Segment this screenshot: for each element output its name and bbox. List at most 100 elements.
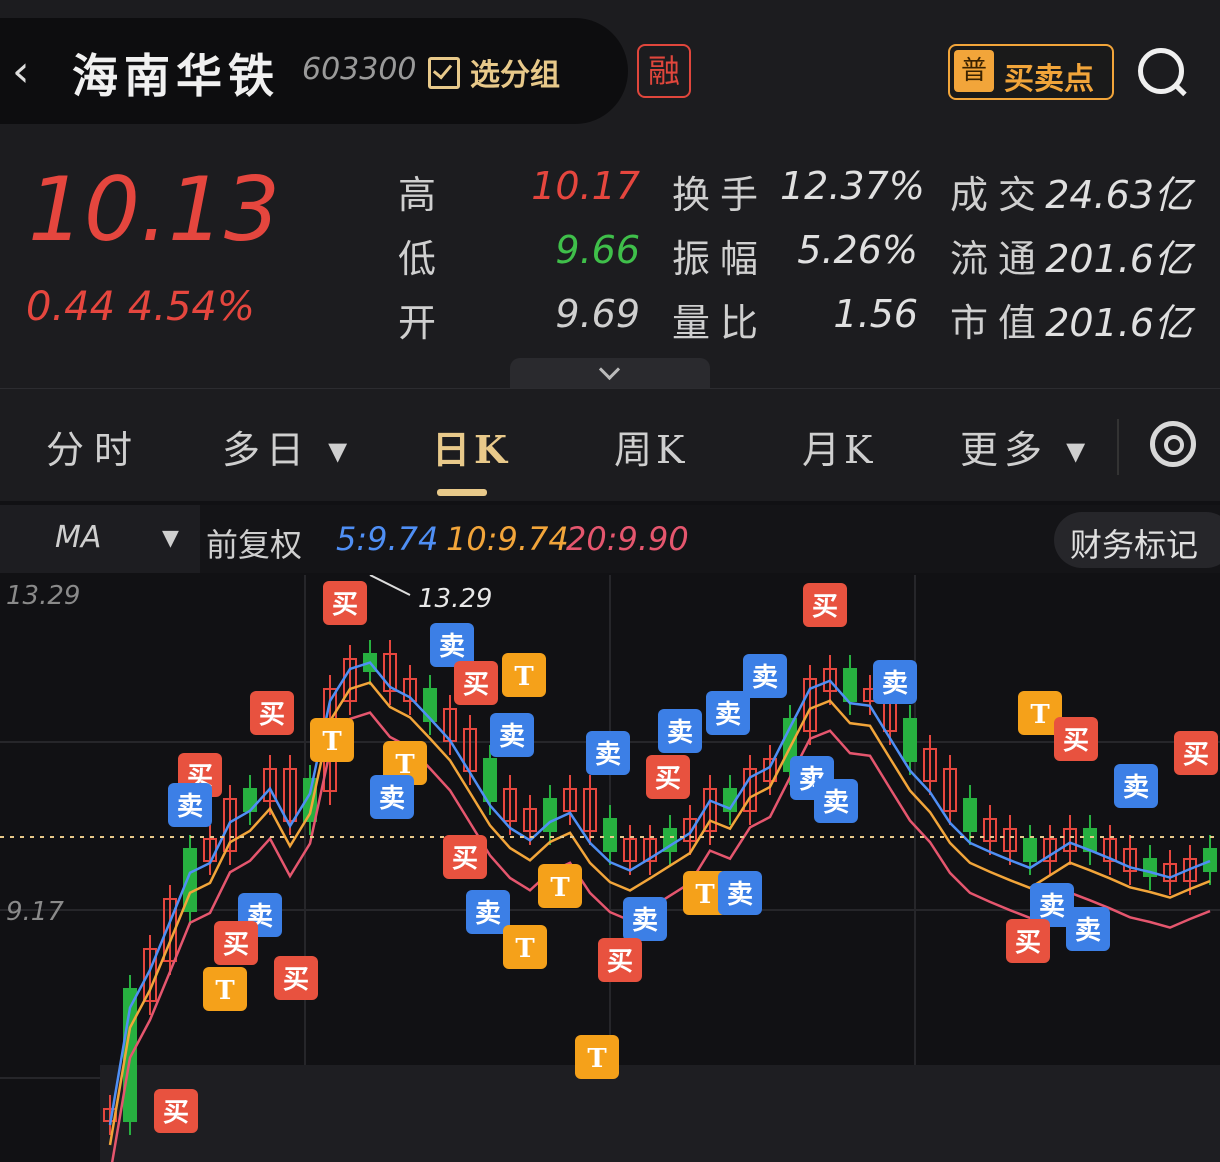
- stat-label: 开: [398, 301, 437, 345]
- stat-label: 高: [398, 173, 437, 217]
- stat-value: 201.6亿: [1045, 301, 1192, 345]
- signal-label: 卖: [667, 718, 693, 748]
- tab-intraday[interactable]: 分时: [46, 419, 142, 474]
- signal-label: 卖: [882, 669, 908, 699]
- signal-label: 卖: [1039, 892, 1065, 922]
- price-adjust-label[interactable]: 前复权: [206, 520, 302, 566]
- signal-label: 买: [332, 590, 358, 620]
- tab-multi-day[interactable]: 多日 ▾: [222, 419, 353, 474]
- ma10-value: 10:9.74: [446, 520, 569, 558]
- active-tab-indicator: [437, 489, 487, 496]
- signal-label: 卖: [752, 663, 778, 693]
- signal-label: 卖: [632, 906, 658, 936]
- candle-body: [1203, 848, 1217, 872]
- tab-weekly-k[interactable]: 周K: [614, 419, 688, 474]
- signal-label: 买: [463, 670, 489, 700]
- signal-label: 卖: [595, 740, 621, 770]
- signal-label: 卖: [177, 792, 203, 822]
- stat-value: 201.6亿: [1045, 237, 1192, 281]
- signal-label: T: [587, 1044, 607, 1074]
- stat-value: 9.69: [555, 292, 640, 336]
- period-tabs: 分时 多日 ▾ 日K 周K 月K 更多 ▾: [0, 388, 1220, 501]
- k-line-chart[interactable]: 买卖买买卖买卖TT卖卖买买T买卖TT卖卖买卖卖买卖T卖卖买T卖卖T买卖买卖卖买买…: [0, 575, 1220, 1162]
- stat-value: 9.66: [555, 228, 640, 272]
- signal-label: 买: [1183, 740, 1209, 770]
- stat-value: 1.56: [833, 292, 918, 336]
- signal-label: 买: [607, 947, 633, 977]
- settings-gear-icon[interactable]: [1150, 421, 1196, 467]
- signal-label: 卖: [499, 722, 525, 752]
- signal-label: 买: [655, 764, 681, 794]
- signal-label: T: [514, 662, 534, 692]
- candle-body: [1023, 838, 1037, 862]
- stock-name: 海南华铁: [72, 49, 280, 103]
- signal-label: 买: [1063, 726, 1089, 756]
- stat-value: 12.37%: [780, 164, 925, 208]
- expand-quote-button[interactable]: [510, 358, 710, 388]
- buy-sell-points-button[interactable]: 普 买卖点: [948, 44, 1114, 100]
- signal-label: T: [215, 976, 235, 1006]
- signal-label: 卖: [379, 784, 405, 814]
- tab-daily-k[interactable]: 日K: [432, 419, 511, 474]
- signal-label: T: [322, 727, 342, 757]
- watchlist-label: 选分组: [470, 58, 560, 93]
- financial-marks-label: 财务标记: [1070, 526, 1199, 564]
- signal-label: 卖: [1075, 916, 1101, 946]
- search-icon[interactable]: [1138, 48, 1184, 94]
- stat-value: 24.63亿: [1045, 173, 1192, 217]
- signal-label: T: [695, 880, 715, 910]
- signal-label: 买: [223, 930, 249, 960]
- stock-code: 603300: [302, 52, 417, 87]
- buy-sell-points-label: 买卖点: [1004, 62, 1094, 97]
- stat-label: 流通: [950, 237, 1047, 281]
- candle-body: [483, 758, 497, 802]
- stat-value: 5.26%: [797, 228, 918, 272]
- signal-label: 买: [283, 965, 309, 995]
- candle-body: [843, 668, 857, 702]
- signal-label: 买: [812, 592, 838, 622]
- candle-body: [903, 718, 917, 762]
- stat-value: 10.17: [531, 164, 640, 208]
- y-axis-top-label: 13.29: [6, 581, 81, 611]
- signal-label: 买: [259, 700, 285, 730]
- tab-monthly-k[interactable]: 月K: [802, 419, 876, 474]
- candle-body: [423, 688, 437, 722]
- ma5-value: 5:9.74: [336, 520, 439, 558]
- ma20-value: 20:9.90: [566, 520, 689, 558]
- signal-label: 卖: [439, 632, 465, 662]
- current-price: 10.13: [28, 158, 280, 261]
- stat-label: 成交: [950, 173, 1047, 217]
- volume-panel: [100, 1065, 1220, 1162]
- candle-body: [963, 798, 977, 832]
- signal-label: 卖: [823, 788, 849, 818]
- high-marker-label: 13.29: [418, 584, 492, 614]
- price-change: 0.44 4.54%: [26, 284, 255, 330]
- tab-more[interactable]: 更多 ▾: [960, 419, 1091, 474]
- candle-body: [603, 818, 617, 852]
- high-marker-line: [369, 575, 411, 596]
- financial-marks-button[interactable]: 财务标记: [1054, 512, 1220, 568]
- indicator-name: MA: [55, 520, 102, 555]
- signal-label: T: [515, 934, 535, 964]
- stat-label: 低: [398, 237, 437, 281]
- signal-label: 卖: [715, 700, 741, 730]
- signal-label: 买: [452, 844, 478, 874]
- signal-label: T: [550, 873, 570, 903]
- stat-label: 换手: [672, 173, 769, 217]
- k-line-svg[interactable]: 买卖买买卖买卖TT卖卖买买T买卖TT卖卖买卖卖买卖T 卖卖买T卖卖T买卖买卖卖买买…: [0, 575, 1220, 1162]
- watchlist-button[interactable]: 选分组: [428, 50, 560, 94]
- stat-label: 市值: [950, 301, 1047, 345]
- stat-label: 振幅: [672, 237, 769, 281]
- dropdown-arrow-icon[interactable]: ▼: [162, 526, 179, 551]
- tab-divider: [1117, 419, 1119, 475]
- signal-label: 买: [163, 1098, 189, 1128]
- stat-label: 量比: [672, 301, 769, 345]
- signal-label: 卖: [1123, 773, 1149, 803]
- signal-label: T: [1030, 700, 1050, 730]
- margin-badge[interactable]: 融: [637, 44, 691, 98]
- checkbox-icon: [428, 57, 460, 89]
- signal-label: 卖: [727, 880, 753, 910]
- back-arrow-icon[interactable]: ‹: [12, 44, 52, 100]
- y-axis-bottom-label: 9.17: [6, 897, 64, 927]
- signal-label: 买: [1015, 928, 1041, 958]
